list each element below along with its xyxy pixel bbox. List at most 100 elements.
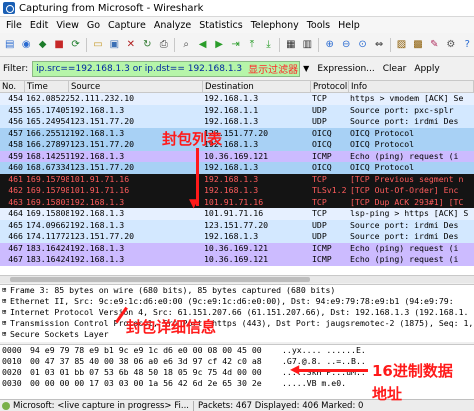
packet-destination: 192.168.1.3 [204, 162, 259, 172]
last-packet-icon[interactable]: ⤓ [262, 38, 275, 52]
menu-analyze[interactable]: Analyze [150, 20, 195, 31]
display-filters-icon[interactable]: ▩ [411, 38, 424, 52]
packet-row[interactable]: 460168.673341123.151.77.20 192.168.1.3 OIC… [0, 162, 474, 174]
main-toolbar: ▤ ◉ ◆ ■ ⟳ ▭ ▣ ✕ ↻ ⎙ ⌕ ◀ ▶ ⇥ ⤒ ⤓ ▦ ▥ ⊕ ⊖ … [0, 33, 474, 57]
packet-destination: 192.168.1.3 [204, 93, 259, 103]
detail-row-ethernet[interactable]: ⊞ Ethernet II, Src: 9c:e9:1c:d6:e0:00 (9c… [0, 296, 474, 307]
column-header-info[interactable]: Info [349, 81, 474, 92]
interfaces-icon[interactable]: ▤ [3, 38, 16, 52]
packet-row[interactable]: 458166.278973123.151.77.20192.168.1.3OIC… [0, 139, 474, 151]
menu-file[interactable]: File [2, 20, 26, 31]
menu-capture[interactable]: Capture [104, 20, 150, 31]
print-icon[interactable]: ⎙ [157, 38, 170, 52]
menu-tools[interactable]: Tools [303, 20, 334, 31]
packet-time: 169.158087 [26, 208, 69, 218]
filter-dropdown-icon[interactable]: ▼ [303, 64, 309, 73]
packet-row[interactable]: 466174.117721123.151.77.20 192.168.1.3 UDP… [0, 231, 474, 243]
packet-protocol: TLSv1.2 [312, 185, 347, 195]
stop-capture-icon[interactable]: ■ [52, 38, 65, 52]
menu-view[interactable]: View [52, 20, 83, 31]
packet-row[interactable]: 457166.255129192.168.1.3123.151.77.20OIC… [0, 127, 474, 139]
packet-row[interactable]: 459168.142519192.168.1.3 10.36.169.121 ICM… [0, 150, 474, 162]
packet-row[interactable]: 462169.157983101.91.71.16 192.168.1.3 TLSv… [0, 185, 474, 197]
expand-icon[interactable]: ⊞ [2, 307, 10, 318]
packet-row[interactable]: 463169.158037192.168.1.3 101.91.71.16 TCP [… [0, 196, 474, 208]
packet-row[interactable]: 467183.164248192.168.1.3 10.36.169.121 ICM… [0, 242, 474, 254]
detail-row-ip[interactable]: ⊞ Internet Protocol Version 4, Src: 61.15… [0, 307, 474, 318]
menu-go[interactable]: Go [83, 20, 104, 31]
menu-edit[interactable]: Edit [26, 20, 52, 31]
annotation-packet-details: 封包详细信息 [126, 318, 217, 336]
start-capture-icon[interactable]: ◆ [36, 38, 49, 52]
capture-filters-icon[interactable]: ▨ [395, 38, 408, 52]
colorize-icon[interactable]: ▦ [284, 38, 297, 52]
column-header-source[interactable]: Source [69, 81, 203, 92]
detail-row-tcp[interactable]: ⊞ Transmission Control Protocol, Src Port… [0, 318, 474, 329]
display-filter-input[interactable]: ip.src==192.168.1.3 or ip.dst== 192.168.… [32, 60, 301, 77]
packet-row[interactable]: 465174.096629192.168.1.3 123.151.77.20 UDP… [0, 219, 474, 231]
go-back-icon[interactable]: ◀ [196, 38, 209, 52]
close-file-icon[interactable]: ✕ [124, 38, 137, 52]
packet-source: 192.168.1.3 [70, 196, 125, 207]
packet-no: 458 [8, 139, 23, 149]
packet-destination: 192.168.1.3 [204, 231, 259, 241]
expand-icon[interactable]: ⊞ [2, 285, 10, 296]
zoom-in-icon[interactable]: ⊕ [323, 38, 336, 52]
detail-row-frame[interactable]: ⊞ Frame 3: 85 bytes on wire (680 bits), 8… [0, 285, 474, 296]
options-icon[interactable]: ◉ [19, 38, 32, 52]
packet-list-pane[interactable]: No. Time Source Destination Protocol Inf… [0, 81, 474, 275]
column-header-protocol[interactable]: Protocol [311, 81, 349, 92]
detail-row-ssl[interactable]: ⊞ Secure Sockets Layer [0, 329, 474, 340]
packet-time: 166.278973 [26, 139, 69, 149]
column-header-no[interactable]: No. [0, 81, 25, 92]
apply-button[interactable]: Apply [414, 64, 439, 74]
go-to-packet-icon[interactable]: ⇥ [229, 38, 242, 52]
status-bar: Microsoft: <live capture in progress> Fi… [0, 399, 474, 411]
toolbar-separator [174, 37, 176, 52]
expand-icon[interactable]: ⊞ [2, 329, 10, 340]
preferences-icon[interactable]: ⚙ [444, 38, 457, 52]
expand-icon[interactable]: ⊞ [2, 318, 10, 329]
packet-time: 183.164248 [26, 242, 69, 253]
column-header-time[interactable]: Time [25, 81, 69, 92]
zoom-normal-icon[interactable]: ⊙ [356, 38, 369, 52]
packet-destination: 101.91.71.16 [204, 196, 264, 207]
coloring-rules-icon[interactable]: ✎ [428, 38, 441, 52]
zoom-out-icon[interactable]: ⊖ [339, 38, 352, 52]
menu-telephony[interactable]: Telephony [247, 20, 303, 31]
packet-details-pane[interactable]: ⊞ Frame 3: 85 bytes on wire (680 bits), 8… [0, 284, 474, 342]
go-forward-icon[interactable]: ▶ [212, 38, 225, 52]
save-file-icon[interactable]: ▣ [108, 38, 121, 52]
capture-status-icon[interactable] [2, 401, 10, 410]
packet-time: 174.117721 [26, 231, 69, 241]
clear-button[interactable]: Clear [383, 64, 407, 74]
help-icon[interactable]: ? [461, 38, 474, 52]
status-packet-counts: Packets: 467 Displayed: 406 Marked: 0 [198, 400, 364, 411]
packet-row[interactable]: 461169.157983101.91.71.16 192.168.1.3 TCP [… [0, 173, 474, 185]
hex-row[interactable]: 0000 94 e9 79 78 e9 b1 9c e9 1c d6 e0 00 … [0, 345, 474, 356]
packet-row[interactable]: 467183.164248192.168.1.3 10.36.169.121 ICM… [0, 254, 474, 266]
find-packet-icon[interactable]: ⌕ [179, 38, 192, 52]
packet-no: 455 [8, 104, 23, 115]
first-packet-icon[interactable]: ⤒ [245, 38, 258, 52]
packet-row[interactable]: 455165.174056192.168.1.3 192.168.1.1 UDP So… [0, 104, 474, 116]
packet-info: Source port: irdmi Des [350, 231, 459, 241]
packet-list-scrollbar[interactable] [0, 275, 474, 283]
column-header-destination[interactable]: Destination [203, 81, 311, 92]
packet-row[interactable]: 464169.158087192.168.1.3 101.91.71.16 TCP l… [0, 208, 474, 220]
open-file-icon[interactable]: ▭ [91, 38, 104, 52]
reload-icon[interactable]: ↻ [141, 38, 154, 52]
resize-columns-icon[interactable]: ⇔ [372, 38, 385, 52]
autoscroll-icon[interactable]: ▥ [301, 38, 314, 52]
menu-help[interactable]: Help [334, 20, 364, 31]
scrollbar-thumb[interactable] [10, 277, 310, 282]
packet-protocol: UDP [312, 231, 327, 241]
packet-time: 165.174056 [26, 104, 69, 115]
menu-statistics[interactable]: Statistics [195, 20, 246, 31]
expression-button[interactable]: Expression... [317, 64, 374, 74]
expand-icon[interactable]: ⊞ [2, 296, 10, 307]
packet-row[interactable]: 456165.249547123.151.77.20 192.168.1.3 UDP… [0, 116, 474, 128]
restart-capture-icon[interactable]: ⟳ [69, 38, 82, 52]
packet-time: 168.673341 [26, 162, 69, 172]
packet-row[interactable]: 454162.08522352.111.232.10 192.168.1.3 TCP… [0, 93, 474, 105]
